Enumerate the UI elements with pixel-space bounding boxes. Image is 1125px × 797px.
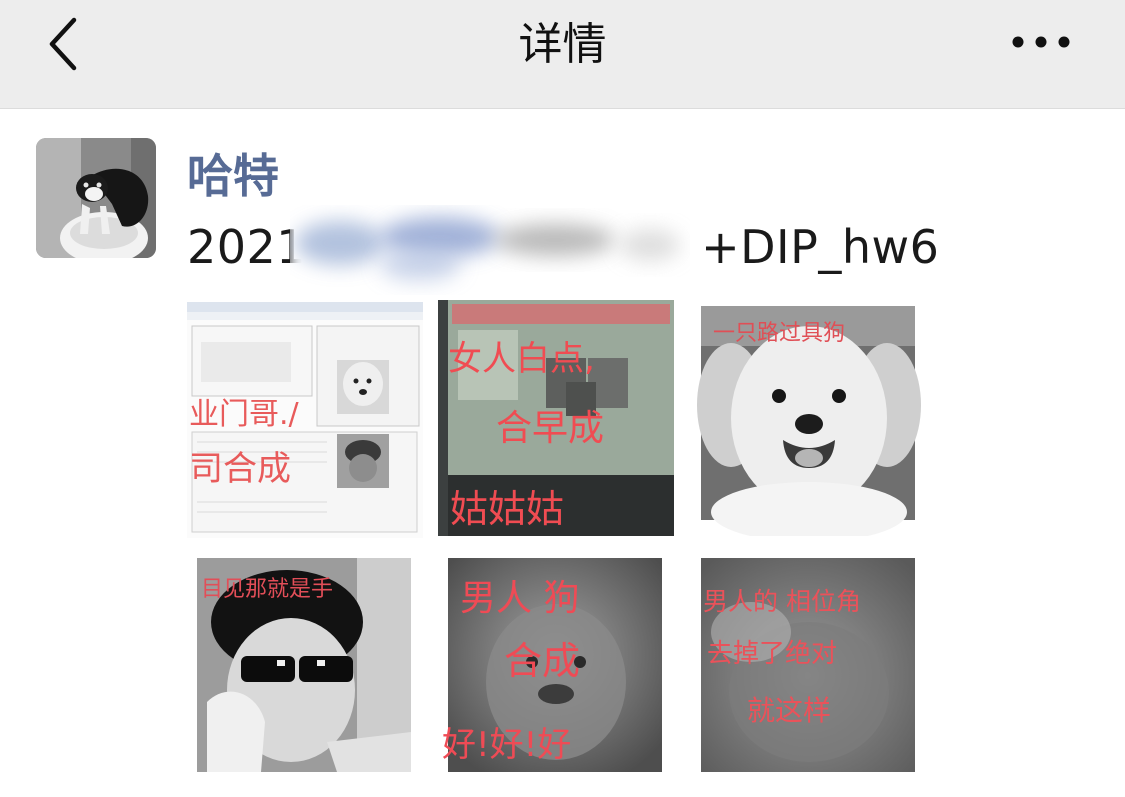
post-text-prefix: 2021 bbox=[187, 220, 307, 274]
image-5-annotation-2: 合成 bbox=[504, 639, 580, 683]
chevron-left-icon bbox=[49, 17, 77, 71]
post-text-suffix: +DIP_hw6 bbox=[701, 220, 940, 274]
post-image-4[interactable]: 目见那就是手 bbox=[187, 552, 423, 788]
moments-detail-page: 详情 哈特 2021 +DIP_hw6 业门哥./ 司合成 女人白点, 合早成 … bbox=[0, 0, 1125, 797]
image-2-annotation-1: 女人白点, bbox=[448, 339, 595, 379]
post-username[interactable]: 哈特 bbox=[187, 140, 279, 206]
image-5-annotation-3: 好!好!好 bbox=[442, 725, 571, 765]
more-button[interactable] bbox=[1004, 22, 1078, 62]
image-2-annotation-2: 合早成 bbox=[496, 408, 604, 449]
post-image-3[interactable]: 一只路过具狗 bbox=[691, 300, 927, 536]
image-2-annotation-3: 姑姑姑 bbox=[450, 487, 564, 531]
post-image-1[interactable]: 业门哥./ 司合成 bbox=[187, 302, 423, 538]
post-text: 2021 +DIP_hw6 bbox=[187, 220, 939, 274]
image-5-annotation-1: 男人 狗 bbox=[460, 578, 579, 619]
image-3-annotation-1: 一只路过具狗 bbox=[713, 321, 845, 346]
image-4-annotation-1: 目见那就是手 bbox=[201, 577, 333, 602]
more-horizontal-icon bbox=[1012, 36, 1070, 48]
post-image-5[interactable]: 男人 狗 合成 好!好!好 bbox=[438, 552, 674, 788]
top-bar: 详情 bbox=[0, 0, 1125, 109]
image-1-annotation-1: 业门哥./ bbox=[189, 397, 300, 432]
image-6-annotation-1: 男人的 相位角 bbox=[703, 587, 861, 616]
post-image-6[interactable]: 男人的 相位角 去掉了绝对 就这样 bbox=[691, 552, 927, 788]
avatar[interactable] bbox=[36, 138, 156, 258]
page-title: 详情 bbox=[518, 19, 607, 70]
back-button[interactable] bbox=[36, 14, 96, 74]
image-6-annotation-2: 去掉了绝对 bbox=[707, 639, 837, 669]
post-image-2[interactable]: 女人白点, 合早成 姑姑姑 bbox=[438, 300, 674, 536]
image-6-annotation-3: 就这样 bbox=[747, 694, 831, 727]
image-1-annotation-2: 司合成 bbox=[189, 449, 291, 489]
